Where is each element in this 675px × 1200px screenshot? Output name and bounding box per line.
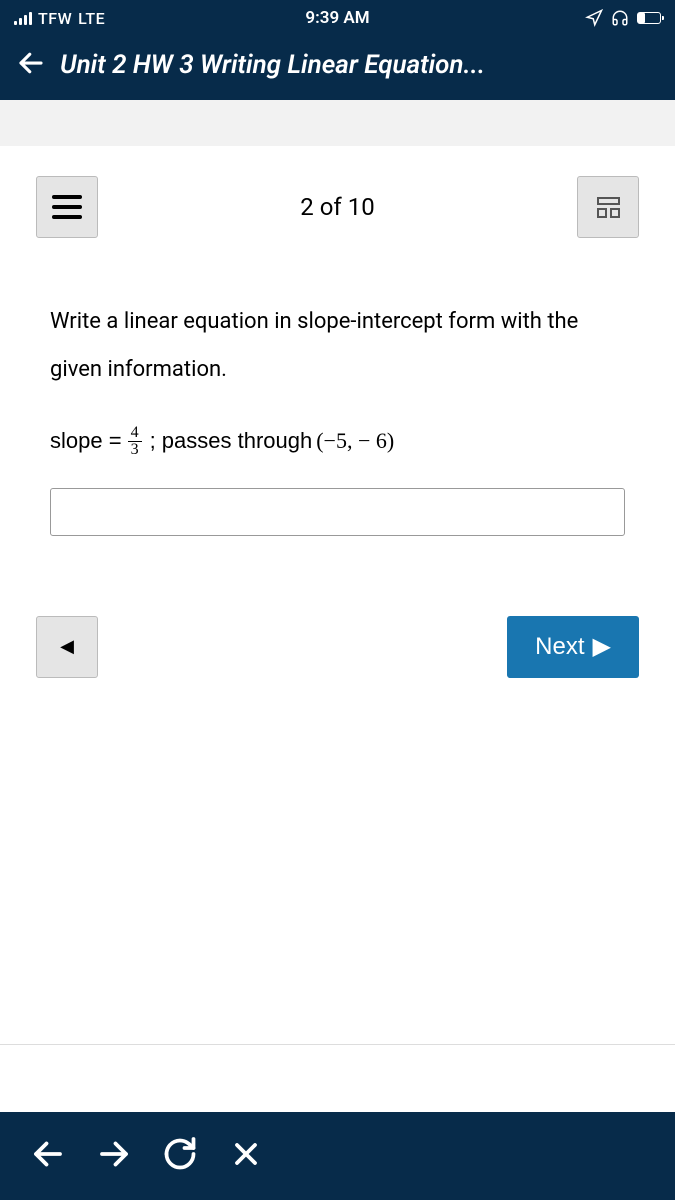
equation-line: slope = 4 3 ; passes through (−5, − 6): [50, 425, 625, 458]
menu-button[interactable]: [36, 176, 98, 238]
status-right: [585, 9, 661, 27]
fraction-denominator: 3: [128, 442, 142, 458]
network-label: LTE: [78, 9, 105, 28]
app-header: Unit 2 HW 3 Writing Linear Equation...: [0, 36, 675, 100]
carrier-label: TFW: [38, 9, 72, 28]
clock: 9:39 AM: [305, 8, 369, 28]
signal-icon: [14, 11, 32, 25]
status-bar: TFW LTE 9:39 AM: [0, 0, 675, 36]
hamburger-icon: [52, 195, 82, 219]
divider: [0, 1044, 675, 1045]
browser-reload-button[interactable]: [162, 1136, 198, 1176]
calculator-icon: [597, 197, 620, 218]
browser-close-button[interactable]: [228, 1136, 264, 1176]
next-label: Next: [535, 633, 584, 661]
headphones-icon: [611, 9, 629, 27]
prev-button[interactable]: ◀: [36, 616, 98, 678]
question-card: 2 of 10 Write a linear equation in slope…: [0, 146, 675, 698]
location-icon: [585, 9, 603, 27]
browser-forward-button[interactable]: [96, 1136, 132, 1176]
fraction-numerator: 4: [128, 425, 142, 442]
question-prompt: Write a linear equation in slope-interce…: [50, 298, 625, 395]
back-button[interactable]: [16, 48, 46, 82]
browser-toolbar: [0, 1112, 675, 1200]
passes-label: ; passes through: [150, 428, 313, 454]
page-title: Unit 2 HW 3 Writing Linear Equation...: [60, 50, 485, 80]
slope-label: slope =: [50, 428, 122, 454]
answer-input[interactable]: [50, 488, 625, 536]
content-gap: [0, 100, 675, 146]
status-left: TFW LTE: [14, 9, 105, 28]
chevron-right-icon: ▶: [593, 632, 611, 661]
browser-back-button[interactable]: [30, 1136, 66, 1176]
calculator-button[interactable]: [577, 176, 639, 238]
next-button[interactable]: Next ▶: [507, 616, 639, 678]
battery-icon: [637, 12, 661, 24]
point-value: (−5, − 6): [316, 428, 394, 454]
question-counter: 2 of 10: [300, 193, 374, 221]
fraction: 4 3: [128, 425, 142, 458]
